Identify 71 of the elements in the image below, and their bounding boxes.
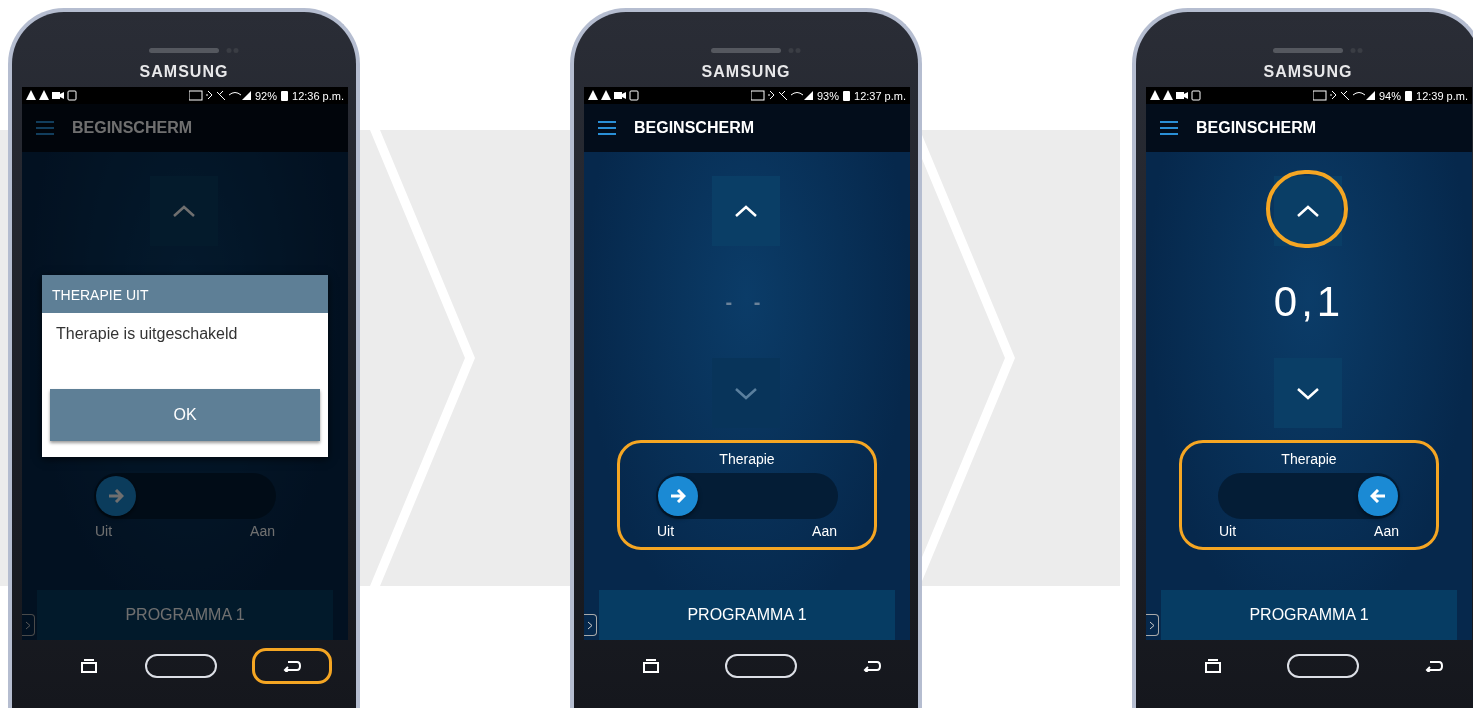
home-button[interactable] <box>145 654 217 678</box>
chevron-right-icon <box>1149 620 1155 630</box>
brand-logo: SAMSUNG <box>1263 63 1353 81</box>
battery-percentage: 92% <box>255 89 277 102</box>
brand-logo: SAMSUNG <box>139 63 229 81</box>
back-icon <box>1425 660 1443 672</box>
on-label: Aan <box>250 523 275 539</box>
ok-button[interactable]: OK <box>50 389 320 441</box>
clock-time: 12:39 p.m. <box>1416 89 1468 102</box>
status-icons-drawing <box>751 90 813 101</box>
increase-button[interactable] <box>1274 176 1342 246</box>
value-display: - - <box>725 290 769 314</box>
menu-button[interactable] <box>598 121 616 135</box>
back-button[interactable] <box>252 648 332 684</box>
speaker-grille-icon <box>149 47 239 55</box>
screen-title: BEGINSCHERM <box>72 119 192 137</box>
on-label: Aan <box>812 523 837 539</box>
chevron-up-icon <box>172 204 196 218</box>
recent-apps-icon <box>643 659 659 673</box>
toggle-label: Therapie <box>719 451 775 469</box>
speaker-grille-icon <box>1273 47 1363 55</box>
status-icons-drawing <box>1313 90 1375 101</box>
back-icon <box>283 660 301 672</box>
side-drawer-tab[interactable] <box>1146 614 1159 636</box>
program-button[interactable]: PROGRAMMA 1 <box>1161 590 1457 640</box>
dialog-title: THERAPIE UIT <box>42 275 328 313</box>
home-button[interactable] <box>725 654 797 678</box>
chevron-right-icon <box>25 620 31 630</box>
clock-time: 12:36 p.m. <box>292 89 344 102</box>
brand-logo: SAMSUNG <box>701 63 791 81</box>
off-label: Uit <box>657 523 675 539</box>
speaker-grille-icon <box>711 47 801 55</box>
chevron-down-icon <box>1296 386 1320 400</box>
toggle-thumb[interactable] <box>96 476 136 516</box>
chevron-right-icon <box>587 620 593 630</box>
home-button[interactable] <box>1287 654 1359 678</box>
therapy-toggle[interactable] <box>94 473 276 519</box>
arrow-right-icon <box>670 489 686 503</box>
screen-title: BEGINSCHERM <box>1196 119 1316 137</box>
toggle-thumb[interactable] <box>658 476 698 516</box>
arrow-right-icon <box>108 489 124 503</box>
recent-apps-icon <box>1205 659 1221 673</box>
therapy-toggle[interactable] <box>656 473 838 519</box>
on-label: Aan <box>1374 523 1399 539</box>
dialog-message: Therapie is uitgeschakeld <box>55 324 239 344</box>
menu-icon <box>598 121 616 135</box>
status-icons-drawing <box>189 90 251 101</box>
screen-title: BEGINSCHERM <box>634 119 754 137</box>
side-drawer-tab[interactable] <box>584 614 597 636</box>
battery-percentage: 94% <box>1379 89 1401 102</box>
off-label: Uit <box>95 523 113 539</box>
program-button[interactable]: PROGRAMMA 1 <box>599 590 895 640</box>
clock-time: 12:37 p.m. <box>854 89 906 102</box>
program-button[interactable]: PROGRAMMA 1 <box>37 590 333 640</box>
battery-icon <box>843 90 850 101</box>
battery-icon <box>281 90 288 101</box>
chevron-up-icon <box>734 204 758 218</box>
battery-icon <box>1405 90 1412 101</box>
chevron-up-icon <box>1296 204 1320 218</box>
menu-icon <box>1160 121 1178 135</box>
toggle-label: Therapie <box>1281 451 1337 469</box>
menu-button[interactable] <box>1160 121 1178 135</box>
battery-percentage: 93% <box>817 89 839 102</box>
arrow-left-icon <box>1370 489 1386 503</box>
therapy-toggle[interactable] <box>1218 473 1400 519</box>
toggle-thumb[interactable] <box>1358 476 1398 516</box>
back-icon <box>863 660 881 672</box>
off-label: Uit <box>1219 523 1237 539</box>
chevron-down-icon <box>734 386 758 400</box>
recent-apps-icon <box>81 659 97 673</box>
value-display: 0,1 <box>1273 278 1345 326</box>
